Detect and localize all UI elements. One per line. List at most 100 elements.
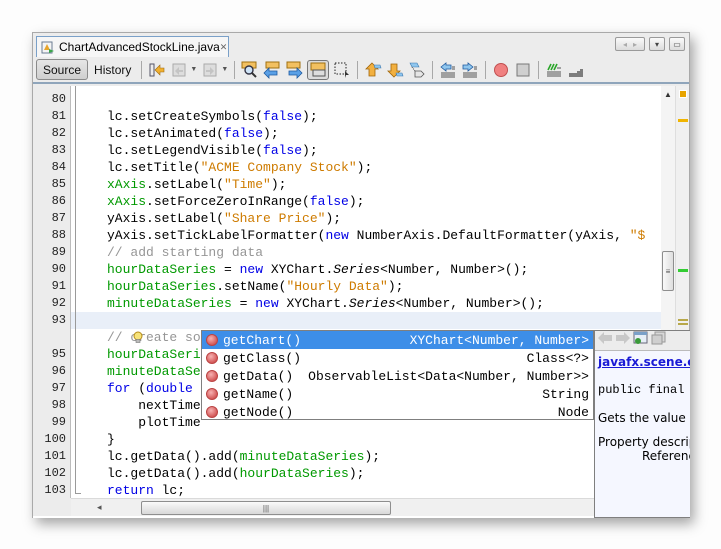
back-dropdown-icon[interactable]: ▼ <box>190 66 197 73</box>
javadoc-property-text: Reference to the chart this series belon… <box>642 449 690 463</box>
history-button[interactable]: History <box>88 59 137 80</box>
line-number: 88 <box>51 228 66 242</box>
open-source-icon[interactable] <box>651 331 667 350</box>
completion-name: getChart() <box>223 332 302 348</box>
code-line: 82 lc.setLegendVisible(false); <box>52 108 661 158</box>
line-number: 85 <box>51 177 66 191</box>
horizontal-scrollbar[interactable]: ◂ ||| <box>71 498 661 516</box>
completion-item[interactable]: getData() ObservableList<Data<Number, Nu… <box>202 367 593 385</box>
toggle-highlight-icon[interactable] <box>307 59 330 80</box>
doc-forward-icon[interactable] <box>615 331 631 350</box>
lightbulb-icon[interactable] <box>55 314 143 343</box>
occurrence-mark[interactable] <box>678 319 688 321</box>
status-warning-mark[interactable] <box>679 90 687 98</box>
maximize-icon[interactable]: ▭ <box>669 37 685 51</box>
editor-toolbar: Source History ▼ ▼ <box>33 57 689 84</box>
back-icon[interactable] <box>170 61 188 79</box>
code-line: 81 lc.setAnimated(false); <box>52 91 661 141</box>
line-number: 96 <box>51 364 66 378</box>
find-next-icon[interactable] <box>285 61 303 79</box>
doc-back-icon[interactable] <box>597 331 613 350</box>
shift-left-icon[interactable] <box>439 61 457 79</box>
line-number: 89 <box>51 245 66 259</box>
toolbar-separator <box>485 60 487 79</box>
code-editor[interactable]: 80 lc.setCreateSymbols(false); 81 lc.set… <box>33 86 689 518</box>
last-edit-icon[interactable] <box>148 61 166 79</box>
completion-name: getNode() <box>223 404 294 420</box>
completion-name: getName() <box>223 386 294 402</box>
java-file-icon <box>41 40 55 54</box>
scroll-left-arrow-icon[interactable]: ◂ <box>97 502 102 513</box>
find-selection-icon[interactable] <box>241 61 259 79</box>
completion-item[interactable]: getClass() Class<?> <box>202 349 593 367</box>
code-line: 89 hourDataSeries = new XYChart.Series<N… <box>52 227 661 277</box>
javadoc-content: javafx.scene.chart.XYChart.Series public… <box>595 351 690 467</box>
method-icon <box>206 352 218 364</box>
scroll-corner <box>33 498 71 516</box>
file-tab[interactable]: ChartAdvancedStockLine.java ✕ <box>36 36 229 57</box>
line-number: 97 <box>51 381 66 395</box>
completion-item[interactable]: getName() String <box>202 385 593 403</box>
code-line: 86 yAxis.setLabel("Share Price"); <box>52 176 661 226</box>
comment-icon[interactable] <box>545 61 563 79</box>
previous-bookmark-icon[interactable] <box>364 61 382 79</box>
javadoc-description: Gets the value of the property chart. <box>598 411 690 425</box>
horizontal-scroll-thumb[interactable]: ||| <box>141 501 391 515</box>
line-number: 95 <box>51 347 66 361</box>
completion-name: getData() <box>223 368 294 384</box>
change-mark[interactable] <box>678 269 688 272</box>
completion-item[interactable]: getNode() Node <box>202 403 593 421</box>
start-macro-icon[interactable] <box>492 61 510 79</box>
line-number: 98 <box>51 398 66 412</box>
javadoc-class-link[interactable]: javafx.scene.chart.XYChart.Series <box>598 355 690 369</box>
javadoc-property-label: Property description: <box>598 435 690 449</box>
forward-dropdown-icon[interactable]: ▼ <box>221 66 228 73</box>
warning-mark[interactable] <box>678 119 688 122</box>
code-line: 103 <box>44 465 661 497</box>
code-line: 87 yAxis.setTickLabelFormatter(new Numbe… <box>52 193 661 243</box>
uncomment-icon[interactable] <box>567 61 585 79</box>
tab-filename: ChartAdvancedStockLine.java <box>59 40 220 54</box>
code-line: 101 lc.getData().add(hourDataSeries); <box>44 431 661 481</box>
code-line: 90 hourDataSeries.setName("Hourly Data")… <box>52 244 661 294</box>
line-number: 87 <box>51 211 66 225</box>
javadoc-signature: public final XYChart<X,Y> getChart() <box>598 383 690 397</box>
code-line: 88 // add starting data <box>52 210 661 260</box>
shift-right-icon[interactable] <box>461 61 479 79</box>
method-icon <box>206 334 218 346</box>
open-in-browser-icon[interactable] <box>633 331 649 350</box>
forward-icon[interactable] <box>201 61 219 79</box>
stop-macro-icon[interactable] <box>514 61 532 79</box>
toolbar-separator <box>141 60 143 79</box>
toolbar-separator <box>234 60 236 79</box>
code-line: 102 return lc; <box>44 448 661 498</box>
next-bookmark-icon[interactable] <box>386 61 404 79</box>
scroll-up-icon[interactable]: ▲ <box>664 90 672 99</box>
tab-list-dropdown-icon[interactable]: ▾ <box>649 37 665 51</box>
line-number: 100 <box>44 432 66 446</box>
line-number: 80 <box>51 92 66 106</box>
code-area[interactable]: 80 lc.setCreateSymbols(false); 81 lc.set… <box>44 86 661 498</box>
vertical-scroll-thumb[interactable]: ≡ <box>662 251 674 291</box>
code-line: 92 minuteDataSeries.setName("Minute Data… <box>52 278 661 328</box>
code-line: 93 // create some starting data <box>52 295 661 345</box>
line-number: 81 <box>51 109 66 123</box>
completion-item[interactable]: getChart() XYChart<Number, Number> <box>202 331 593 349</box>
occurrence-mark[interactable] <box>678 323 688 325</box>
toolbar-separator <box>357 60 359 79</box>
close-tab-icon[interactable]: ✕ <box>220 42 228 53</box>
scroll-left-icon[interactable]: ◂ <box>623 40 627 49</box>
tab-row: ChartAdvancedStockLine.java ✕ ◂ ▸ ▾ ▭ <box>33 33 689 57</box>
completion-type: ObservableList<Data<Number, Number>> <box>308 368 589 384</box>
editor-window: ChartAdvancedStockLine.java ✕ ◂ ▸ ▾ ▭ So… <box>32 32 690 518</box>
scroll-right-icon[interactable]: ▸ <box>633 40 637 49</box>
source-button[interactable]: Source <box>36 59 89 80</box>
completion-type: XYChart<Number, Number> <box>409 332 589 348</box>
find-previous-icon[interactable] <box>263 61 281 79</box>
completion-name: getClass() <box>223 350 302 366</box>
method-icon <box>206 388 218 400</box>
method-icon <box>206 406 218 418</box>
line-number: 90 <box>51 262 66 276</box>
toggle-bookmark-icon[interactable] <box>408 61 426 79</box>
rectangular-selection-icon[interactable] <box>333 61 351 79</box>
